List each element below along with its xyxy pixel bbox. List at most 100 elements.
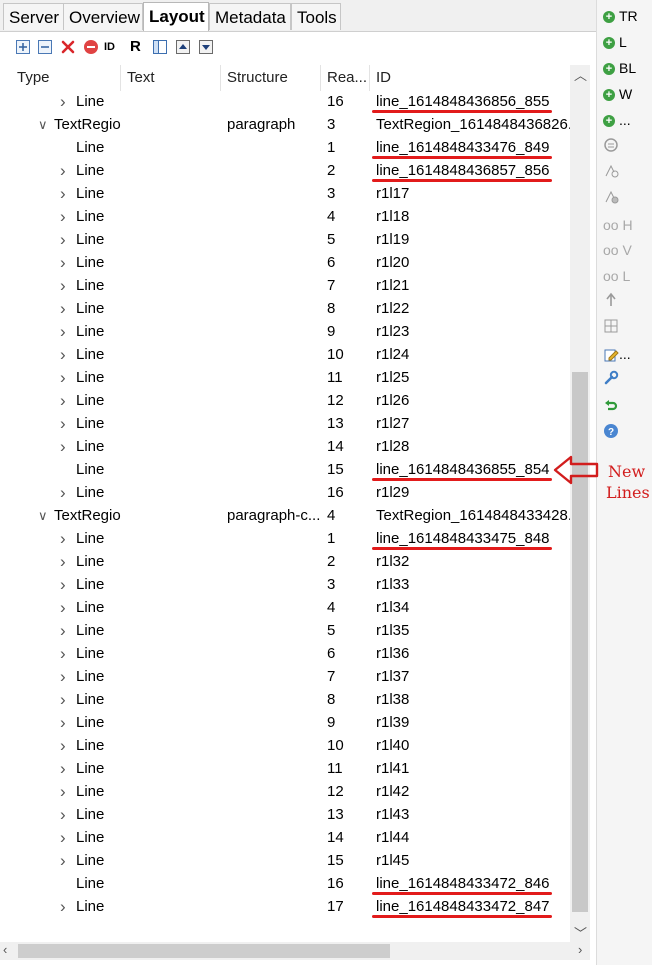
remove-point-icon[interactable]: [603, 189, 619, 205]
tab-server[interactable]: Server: [3, 3, 64, 30]
column-structure[interactable]: Structure: [227, 65, 321, 91]
tree-row[interactable]: › Line 15 r1l45: [0, 849, 570, 872]
tree-row[interactable]: › Line 9 r1l39: [0, 711, 570, 734]
chevron-right-icon[interactable]: ›: [60, 412, 66, 435]
add-baseline-button[interactable]: + BL: [603, 58, 636, 78]
tree-row[interactable]: › Line 9 r1l23: [0, 320, 570, 343]
tree-row[interactable]: › Line 7 r1l21: [0, 274, 570, 297]
tab-layout[interactable]: Layout: [143, 2, 209, 31]
scroll-left-icon[interactable]: ‹: [3, 942, 7, 957]
tree-row[interactable]: Line 1 line_1614848433476_849: [0, 136, 570, 159]
chevron-right-icon[interactable]: ›: [60, 435, 66, 458]
tree-row[interactable]: Line 16 line_1614848433472_846: [0, 872, 570, 895]
chevron-right-icon[interactable]: ›: [60, 251, 66, 274]
tree-row[interactable]: › Line 11 r1l41: [0, 757, 570, 780]
tree-row[interactable]: › Line 3 r1l33: [0, 573, 570, 596]
scroll-up-icon[interactable]: ︿: [574, 65, 587, 84]
merge-icon[interactable]: [603, 137, 619, 153]
help-icon[interactable]: ?: [603, 423, 619, 439]
chevron-right-icon[interactable]: ›: [60, 90, 66, 113]
chevron-right-icon[interactable]: ›: [60, 826, 66, 849]
tree-row[interactable]: › Line 6 r1l36: [0, 642, 570, 665]
chevron-right-icon[interactable]: ›: [60, 665, 66, 688]
tree-row[interactable]: › Line 16 r1l29: [0, 481, 570, 504]
tree-row[interactable]: ∨ TextRegio paragraph 3 TextRegion_161484843…: [0, 113, 570, 136]
tab-overview[interactable]: Overview: [63, 3, 143, 30]
undo-icon[interactable]: [603, 397, 619, 413]
tree-row[interactable]: › Line 5 r1l19: [0, 228, 570, 251]
chevron-right-icon[interactable]: ›: [60, 895, 66, 918]
chevron-right-icon[interactable]: ›: [60, 688, 66, 711]
tree-row[interactable]: › Line 7 r1l37: [0, 665, 570, 688]
tab-metadata[interactable]: Metadata: [209, 3, 291, 30]
tab-tools[interactable]: Tools: [291, 3, 341, 30]
scroll-down-icon[interactable]: ﹀: [574, 923, 587, 942]
chevron-right-icon[interactable]: ›: [60, 297, 66, 320]
tree-row[interactable]: › Line 17 line_1614848433472_847: [0, 895, 570, 918]
add-textregion-button[interactable]: + TR: [603, 6, 638, 26]
chevron-right-icon[interactable]: ›: [60, 711, 66, 734]
add-word-button[interactable]: + W: [603, 84, 632, 104]
chevron-right-icon[interactable]: ›: [60, 734, 66, 757]
tree-row[interactable]: › Line 5 r1l35: [0, 619, 570, 642]
tree-row[interactable]: › Line 14 r1l28: [0, 435, 570, 458]
scroll-right-icon[interactable]: ›: [578, 942, 582, 957]
chevron-down-icon[interactable]: ∨: [38, 113, 48, 136]
tree-row[interactable]: › Line 4 r1l34: [0, 596, 570, 619]
chevron-right-icon[interactable]: ›: [60, 573, 66, 596]
tree-row[interactable]: › Line 13 r1l27: [0, 412, 570, 435]
grid-icon[interactable]: [603, 318, 619, 334]
remove-icon[interactable]: [83, 39, 99, 55]
tree-row[interactable]: ∨ TextRegio paragraph-c... 4 TextRegion_1614…: [0, 504, 570, 527]
chevron-right-icon[interactable]: ›: [60, 642, 66, 665]
tree-row[interactable]: › Line 4 r1l18: [0, 205, 570, 228]
chevron-right-icon[interactable]: ›: [60, 803, 66, 826]
column-type[interactable]: Type: [17, 65, 121, 91]
chevron-right-icon[interactable]: ›: [60, 389, 66, 412]
tree-row[interactable]: › Line 12 r1l42: [0, 780, 570, 803]
chevron-right-icon[interactable]: ›: [60, 182, 66, 205]
tree-row[interactable]: › Line 13 r1l43: [0, 803, 570, 826]
tree-row[interactable]: › Line 16 line_1614848436856_855: [0, 90, 570, 113]
chevron-right-icon[interactable]: ›: [60, 205, 66, 228]
tree-row[interactable]: › Line 12 r1l26: [0, 389, 570, 412]
delete-icon[interactable]: [60, 39, 76, 55]
glasses-l-button[interactable]: oo L: [603, 266, 630, 286]
tree-row[interactable]: › Line 10 r1l24: [0, 343, 570, 366]
tree-row[interactable]: › Line 8 r1l38: [0, 688, 570, 711]
tree-row[interactable]: › Line 14 r1l44: [0, 826, 570, 849]
vertical-scrollbar[interactable]: ︿ ﹀: [570, 65, 590, 942]
move-up-icon[interactable]: [175, 39, 191, 55]
horizontal-scrollbar[interactable]: ‹ ›: [0, 942, 590, 960]
chevron-right-icon[interactable]: ›: [60, 619, 66, 642]
column-id[interactable]: ID: [376, 65, 570, 91]
expand-all-icon[interactable]: [15, 39, 31, 55]
split-icon[interactable]: [603, 292, 619, 308]
add-line-button[interactable]: + L: [603, 32, 627, 52]
chevron-right-icon[interactable]: ›: [60, 849, 66, 872]
reading-order-icon[interactable]: R: [130, 39, 146, 55]
chevron-right-icon[interactable]: ›: [60, 343, 66, 366]
tree-row[interactable]: Line 15 line_1614848436855_854: [0, 458, 570, 481]
tree-row[interactable]: › Line 11 r1l25: [0, 366, 570, 389]
chevron-right-icon[interactable]: ›: [60, 757, 66, 780]
chevron-right-icon[interactable]: ›: [60, 320, 66, 343]
chevron-right-icon[interactable]: ›: [60, 228, 66, 251]
tree-row[interactable]: › Line 3 r1l17: [0, 182, 570, 205]
collapse-all-icon[interactable]: [37, 39, 53, 55]
tree-row[interactable]: › Line 1 line_1614848433475_848: [0, 527, 570, 550]
add-more-button[interactable]: +...: [603, 110, 631, 130]
edit-button[interactable]: ...: [603, 344, 631, 364]
tree-row[interactable]: › Line 6 r1l20: [0, 251, 570, 274]
table-icon[interactable]: [152, 39, 168, 55]
chevron-right-icon[interactable]: ›: [60, 596, 66, 619]
chevron-right-icon[interactable]: ›: [60, 366, 66, 389]
tree-row[interactable]: › Line 2 line_1614848436857_856: [0, 159, 570, 182]
tree-row[interactable]: › Line 10 r1l40: [0, 734, 570, 757]
add-point-icon[interactable]: [603, 163, 619, 179]
glasses-v-button[interactable]: oo V: [603, 240, 632, 260]
wrench-icon[interactable]: [603, 370, 619, 386]
chevron-right-icon[interactable]: ›: [60, 527, 66, 550]
chevron-right-icon[interactable]: ›: [60, 274, 66, 297]
chevron-down-icon[interactable]: ∨: [38, 504, 48, 527]
